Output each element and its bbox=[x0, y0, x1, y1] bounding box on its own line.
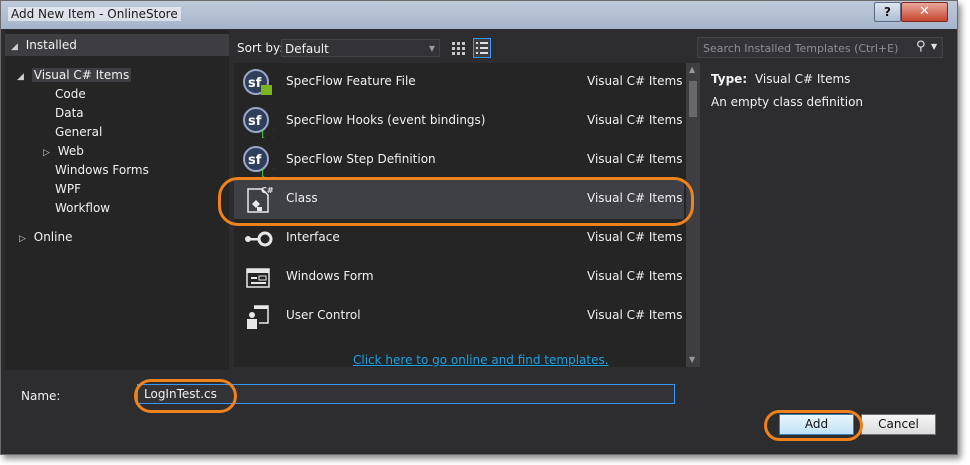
name-input[interactable] bbox=[137, 384, 675, 404]
scroll-up-arrow-icon[interactable]: ▲ bbox=[689, 65, 695, 74]
template-category: Visual C# Items bbox=[587, 269, 683, 283]
expanded-arrow-icon: ◢ bbox=[11, 42, 18, 52]
template-item-windows-form[interactable]: Windows Form Visual C# Items bbox=[234, 258, 684, 297]
search-box[interactable]: ⚲ ▼ bbox=[697, 37, 943, 59]
template-tree: ◢ Installed ◢ Visual C# Items Code Data … bbox=[5, 30, 229, 370]
template-description: An empty class definition bbox=[711, 95, 864, 109]
template-item-interface[interactable]: Interface Visual C# Items bbox=[234, 219, 684, 258]
template-name: SpecFlow Feature File bbox=[286, 74, 416, 88]
tree-item-web[interactable]: ▷ Web bbox=[43, 142, 84, 160]
collapsed-arrow-icon: ▷ bbox=[43, 148, 50, 158]
name-label: Name: bbox=[21, 389, 61, 403]
template-list-scrollbar[interactable]: ▲ ▼ bbox=[686, 63, 700, 367]
template-category: Visual C# Items bbox=[587, 230, 683, 244]
template-type-row: Type: Visual C# Items bbox=[711, 72, 850, 86]
specflow-feature-icon: sf bbox=[243, 69, 272, 95]
expanded-arrow-icon: ◢ bbox=[17, 72, 24, 82]
sort-by-dropdown[interactable]: Default ▼ bbox=[281, 39, 440, 57]
online-templates-link[interactable]: Click here to go online and find templat… bbox=[353, 353, 609, 367]
template-name: SpecFlow Step Definition bbox=[286, 152, 436, 166]
dialog-footer: Name: Add Cancel bbox=[5, 378, 953, 450]
close-button[interactable]: ✕ bbox=[901, 2, 948, 22]
template-name: Interface bbox=[286, 230, 340, 244]
search-input[interactable] bbox=[698, 38, 915, 59]
dropdown-arrow-icon: ▼ bbox=[428, 44, 435, 53]
template-category: Visual C# Items bbox=[587, 152, 683, 166]
add-button[interactable]: Add bbox=[779, 414, 854, 435]
svg-text:[ ]: [ ] bbox=[260, 129, 274, 138]
svg-text:sf: sf bbox=[248, 153, 262, 168]
template-item-user-control[interactable]: User Control Visual C# Items bbox=[234, 297, 684, 336]
help-button[interactable]: ? bbox=[874, 2, 901, 22]
csharp-class-icon: C# bbox=[247, 186, 274, 213]
template-item-specflow-hooks[interactable]: sf [ ] SpecFlow Hooks (event bindings) V… bbox=[234, 102, 684, 141]
template-list[interactable]: sf SpecFlow Feature File Visual C# Items… bbox=[234, 63, 700, 367]
tree-item-label: Web bbox=[57, 144, 84, 158]
tree-item-wpf[interactable]: WPF bbox=[55, 180, 81, 198]
svg-text:sf: sf bbox=[248, 114, 262, 129]
template-item-specflow-step[interactable]: sf [ ] SpecFlow Step Definition Visual C… bbox=[234, 141, 684, 180]
tree-item-online[interactable]: ▷ Online bbox=[19, 228, 72, 246]
title-bar: Add New Item - OnlineStore ? ✕ bbox=[1, 1, 957, 29]
tree-item-general[interactable]: General bbox=[55, 123, 102, 141]
svg-text:sf: sf bbox=[248, 76, 262, 91]
type-label: Type: bbox=[711, 72, 748, 86]
interface-icon bbox=[245, 231, 273, 247]
svg-text:C#: C# bbox=[261, 186, 274, 195]
grid-view-icon bbox=[452, 42, 465, 55]
tree-item-workflow[interactable]: Workflow bbox=[55, 199, 110, 217]
scrollbar-thumb[interactable] bbox=[689, 81, 697, 117]
template-name: SpecFlow Hooks (event bindings) bbox=[286, 113, 486, 127]
tree-item-data[interactable]: Data bbox=[55, 104, 84, 122]
list-view-icon bbox=[476, 42, 488, 54]
tree-item-label: Online bbox=[33, 230, 73, 244]
template-name: Class bbox=[286, 191, 318, 205]
user-control-icon bbox=[247, 305, 269, 329]
tree-installed-label: Installed bbox=[25, 38, 77, 52]
tree-installed-header[interactable]: ◢ Installed bbox=[5, 34, 229, 56]
template-name: User Control bbox=[286, 308, 361, 322]
window-title: Add New Item - OnlineStore bbox=[8, 7, 181, 21]
search-icon[interactable]: ⚲ bbox=[916, 39, 926, 54]
search-options-arrow-icon[interactable]: ▼ bbox=[931, 42, 937, 51]
tree-item-windows-forms[interactable]: Windows Forms bbox=[55, 161, 149, 179]
tree-item-label: Visual C# Items bbox=[31, 68, 132, 82]
specflow-step-icon: sf [ ] bbox=[243, 146, 274, 177]
type-value: Visual C# Items bbox=[754, 72, 851, 86]
template-item-specflow-feature[interactable]: sf SpecFlow Feature File Visual C# Items bbox=[234, 63, 684, 102]
cancel-button[interactable]: Cancel bbox=[861, 414, 936, 435]
tree-item-visual-csharp[interactable]: ◢ Visual C# Items bbox=[17, 66, 132, 84]
sort-by-label: Sort by: bbox=[237, 41, 284, 55]
template-category: Visual C# Items bbox=[587, 191, 683, 205]
add-new-item-dialog: Add New Item - OnlineStore ? ✕ ◢ Install… bbox=[0, 0, 958, 455]
scroll-down-arrow-icon[interactable]: ▼ bbox=[689, 355, 695, 364]
svg-text:[ ]: [ ] bbox=[260, 168, 274, 177]
specflow-hooks-icon: sf [ ] bbox=[243, 107, 274, 138]
sort-by-value: Default bbox=[285, 42, 329, 56]
medium-icons-view-button[interactable] bbox=[449, 38, 467, 58]
template-category: Visual C# Items bbox=[587, 74, 683, 88]
template-item-class[interactable]: C# Class Visual C# Items bbox=[234, 180, 684, 219]
dialog-content: ◢ Installed ◢ Visual C# Items Code Data … bbox=[5, 30, 953, 450]
collapsed-arrow-icon: ▷ bbox=[19, 234, 26, 244]
template-category: Visual C# Items bbox=[587, 113, 683, 127]
template-category: Visual C# Items bbox=[587, 308, 683, 322]
template-name: Windows Form bbox=[286, 269, 374, 283]
details-view-button[interactable] bbox=[473, 38, 491, 58]
tree-item-code[interactable]: Code bbox=[55, 85, 86, 103]
windows-form-icon bbox=[246, 268, 270, 288]
